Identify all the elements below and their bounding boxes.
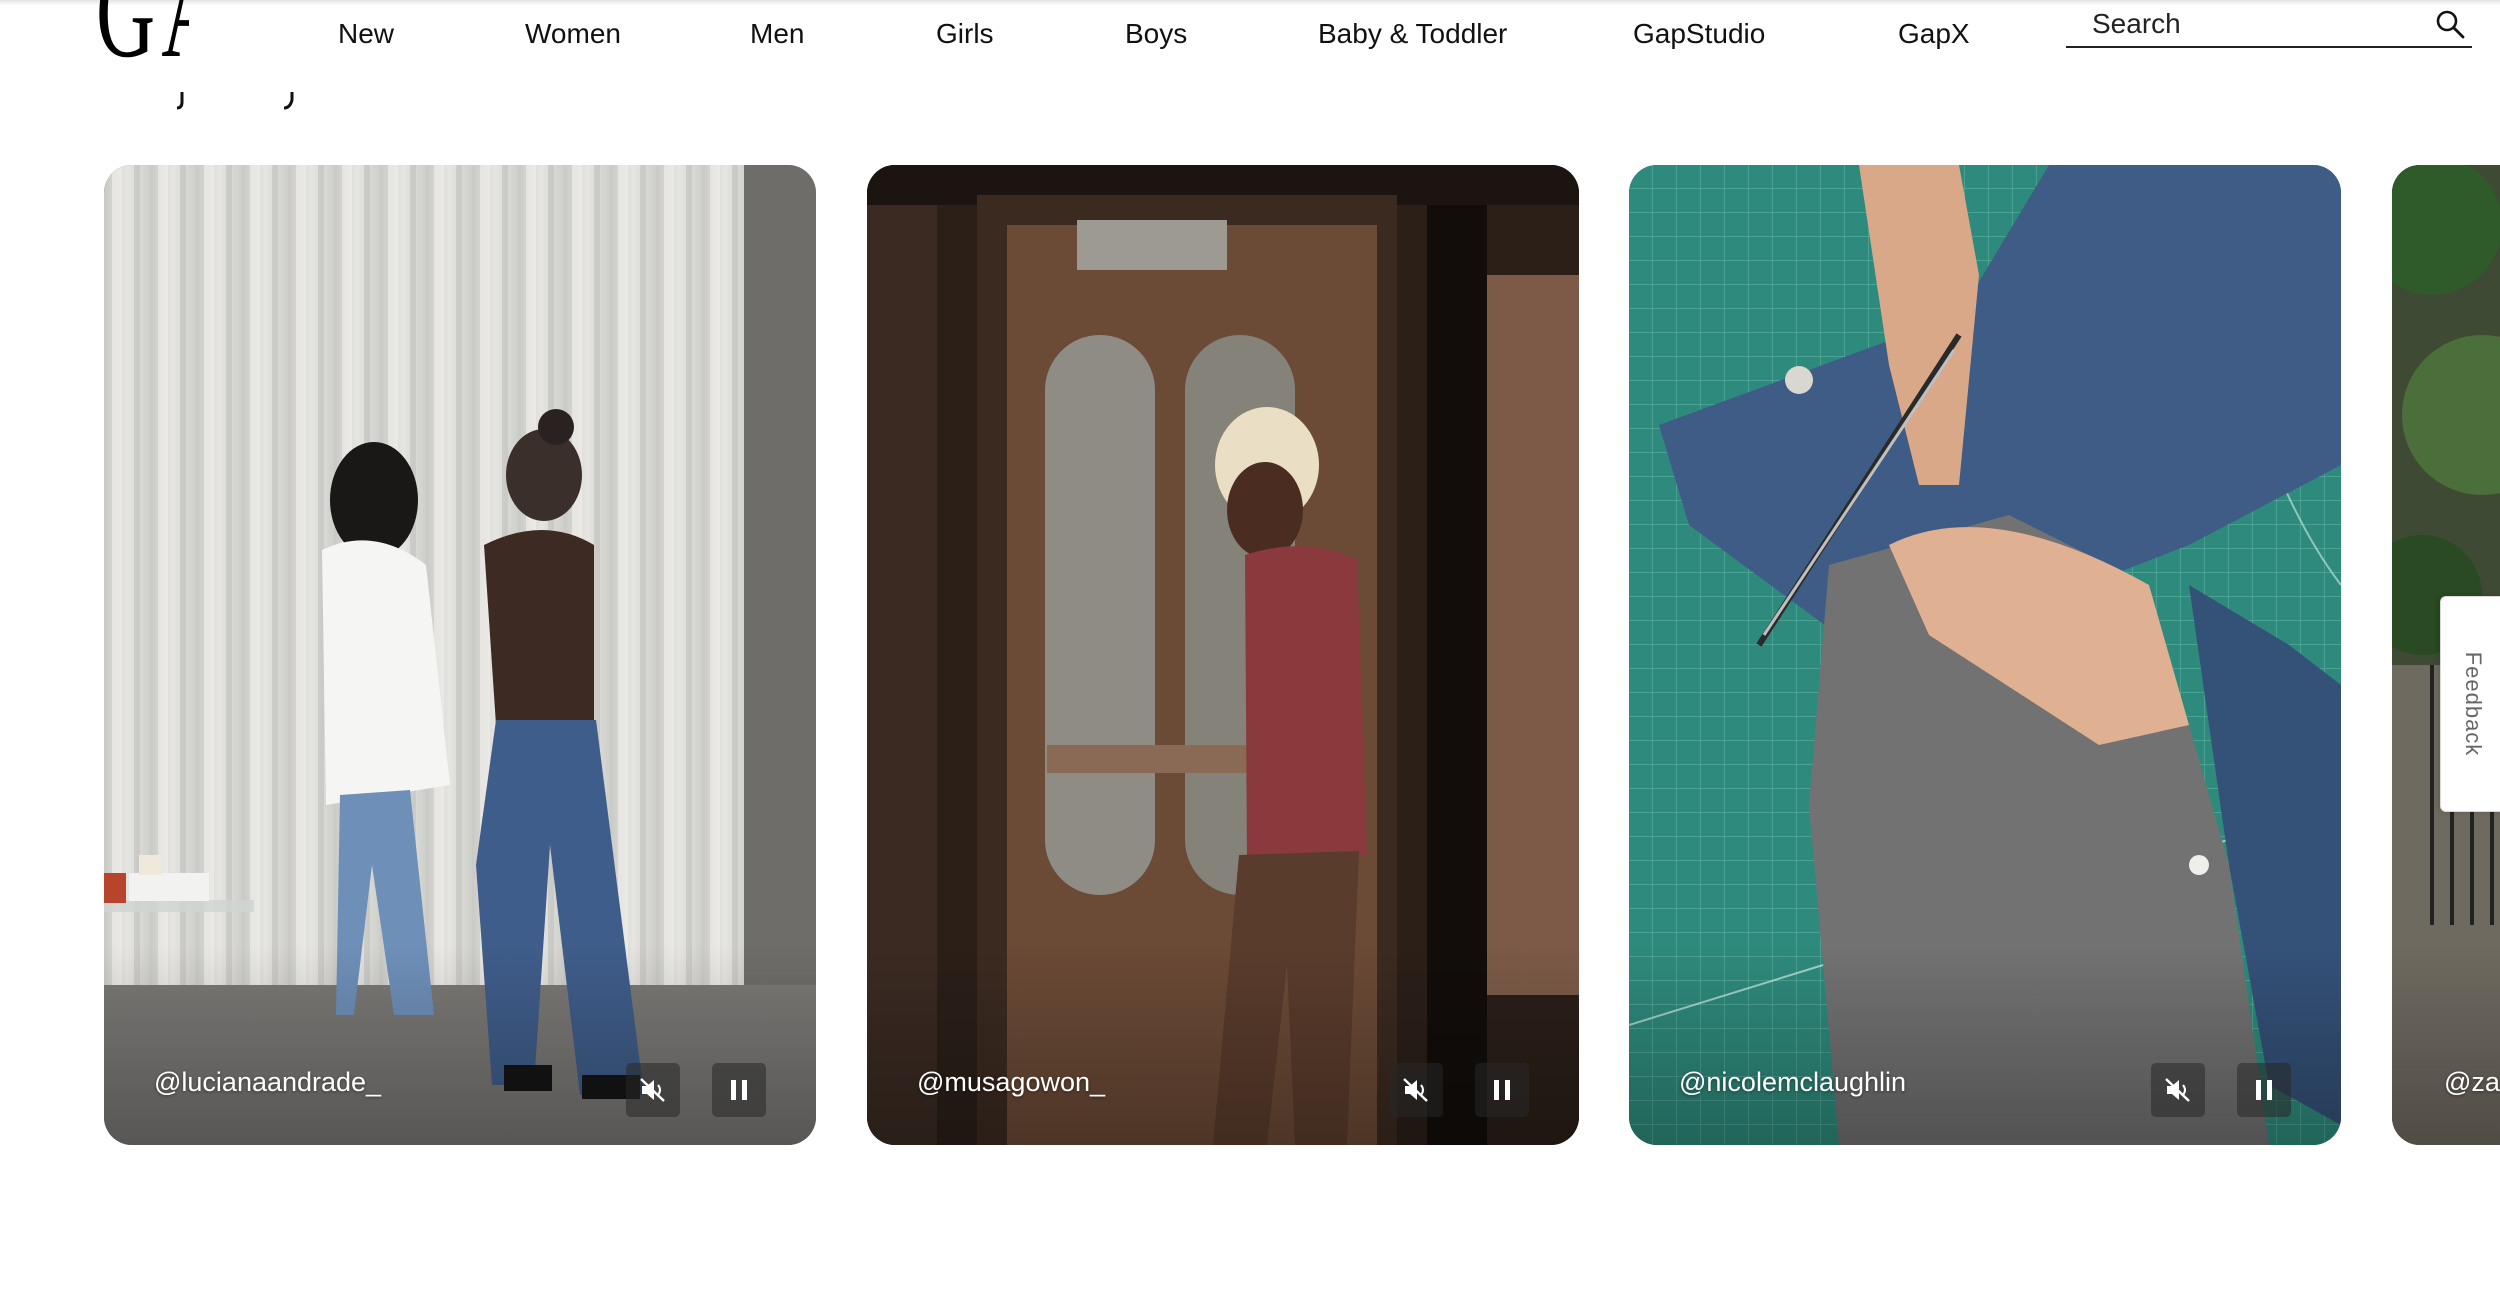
search-bar: [2066, 2, 2472, 48]
search-icon[interactable]: [2434, 8, 2466, 40]
mute-icon: [1403, 1078, 1428, 1102]
nav-men[interactable]: Men: [750, 18, 804, 50]
feedback-tab[interactable]: Feedback: [2440, 596, 2500, 812]
creator-handle[interactable]: @lucianaandrade_: [154, 1067, 381, 1098]
nav-new[interactable]: New: [338, 18, 394, 50]
section-heading-remnant: [176, 92, 294, 110]
nav-gapstudio[interactable]: GapStudio: [1633, 18, 1765, 50]
video-card[interactable]: @nicolemclaughlin: [1629, 165, 2341, 1145]
creator-handle[interactable]: @zal: [2444, 1067, 2500, 1098]
video-card[interactable]: @musagowon_: [867, 165, 1579, 1145]
pause-icon: [2256, 1080, 2272, 1100]
caption-shade: [104, 945, 816, 1145]
mute-button[interactable]: [626, 1063, 680, 1117]
creator-handle[interactable]: @musagowon_: [917, 1067, 1105, 1098]
nav-baby-toddler[interactable]: Baby & Toddler: [1318, 18, 1507, 50]
nav-girls[interactable]: Girls: [936, 18, 994, 50]
mute-button[interactable]: [2151, 1063, 2205, 1117]
pause-button[interactable]: [2237, 1063, 2291, 1117]
nav-women[interactable]: Women: [525, 18, 621, 50]
site-header: GAP New Women Men Girls Boys Baby & Todd…: [0, 0, 2500, 92]
feedback-label: Feedback: [2460, 651, 2486, 757]
pause-button[interactable]: [1475, 1063, 1529, 1117]
pause-icon: [1494, 1080, 1510, 1100]
video-card[interactable]: @lucianaandrade_: [104, 165, 816, 1145]
mute-icon: [640, 1078, 665, 1102]
caption-shade: [2392, 945, 2500, 1145]
gap-logo[interactable]: GAP: [96, 0, 189, 84]
search-input[interactable]: [2092, 6, 2412, 42]
creator-handle[interactable]: @nicolemclaughlin: [1679, 1067, 1906, 1098]
nav-boys[interactable]: Boys: [1125, 18, 1187, 50]
caption-shade: [867, 945, 1579, 1145]
mute-icon: [2165, 1078, 2190, 1102]
pause-button[interactable]: [712, 1063, 766, 1117]
caption-shade: [1629, 945, 2341, 1145]
ugc-video-carousel[interactable]: @lucianaandrade_ @musagowon_ @nicolemcla…: [0, 160, 2500, 1150]
pause-icon: [731, 1080, 747, 1100]
mute-button[interactable]: [1389, 1063, 1443, 1117]
nav-gapx[interactable]: GapX: [1898, 18, 1970, 50]
